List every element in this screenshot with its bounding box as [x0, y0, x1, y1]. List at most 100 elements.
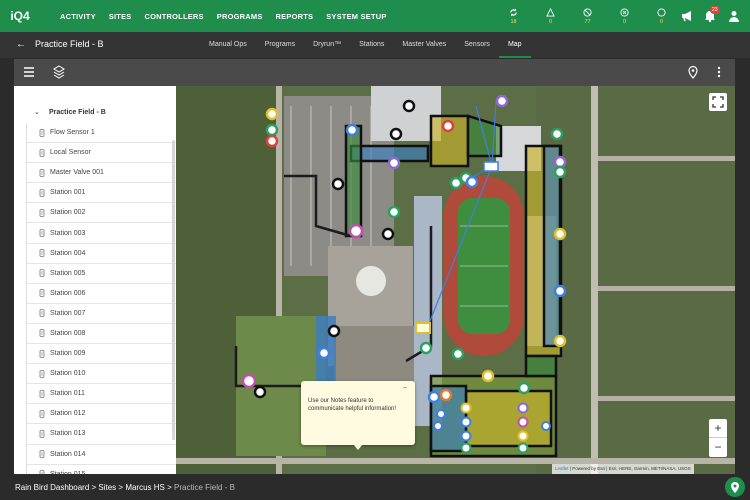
stat-circle[interactable]: 0 — [643, 0, 680, 32]
device-icon — [39, 148, 45, 157]
tree-item[interactable]: Station 007 — [27, 304, 176, 324]
tree-item[interactable]: Master Valve 001 — [27, 163, 176, 184]
device-tree-panel: ⌄ Practice Field - B Flow Sensor 1 Local … — [14, 86, 176, 474]
nav-programs[interactable]: PROGRAMS — [217, 12, 263, 21]
tree-item[interactable]: Station 009 — [27, 344, 176, 365]
tree-item[interactable]: Station 008 — [27, 324, 176, 345]
menu-icon[interactable] — [22, 65, 36, 79]
tree-item-label: Station 004 — [50, 249, 86, 257]
device-icon — [39, 470, 45, 474]
tree-root-node[interactable]: ⌄ Practice Field - B — [14, 104, 174, 120]
tab-dryrun[interactable]: Dryrun™ — [304, 32, 350, 58]
stat-warning[interactable]: 0 — [532, 0, 569, 32]
user-icon[interactable] — [727, 9, 741, 23]
tree-item[interactable]: Station 006 — [27, 284, 176, 304]
note-popup[interactable]: – Use our Notes feature to communicate h… — [301, 381, 415, 450]
circle-icon — [657, 7, 666, 17]
leaflet-link[interactable]: Leaflet — [555, 466, 569, 471]
tree-item[interactable]: Station 010 — [27, 364, 176, 385]
stat-no-water[interactable]: 77 — [569, 0, 606, 32]
map-canvas — [176, 86, 735, 474]
device-icon — [39, 269, 45, 278]
zoom-out-button[interactable]: − — [709, 438, 727, 457]
panel-scrollbar[interactable] — [172, 140, 175, 440]
breadcrumb: Rain Bird Dashboard > Sites > Marcus HS … — [15, 483, 235, 492]
tree-item-label: Station 001 — [50, 189, 86, 197]
tree-item-label: Station 015 — [50, 471, 85, 474]
notification-badge: 23 — [710, 6, 720, 14]
nav-sites[interactable]: SITES — [109, 12, 132, 21]
back-arrow-icon[interactable]: ← — [16, 39, 26, 50]
fullscreen-button[interactable] — [709, 93, 727, 111]
iq4-logo[interactable]: iQ4 — [0, 0, 40, 32]
tree-item-label: Station 006 — [50, 289, 86, 297]
device-icon — [39, 249, 45, 258]
tab-programs[interactable]: Programs — [256, 32, 304, 58]
tree-item-label: Station 014 — [50, 450, 86, 458]
tree-item[interactable]: Station 005 — [27, 264, 176, 284]
tree-item-label: Flow Sensor 1 — [50, 129, 95, 137]
satellite-map[interactable] — [176, 86, 735, 474]
stat-sync-count: 18 — [510, 18, 517, 25]
logo-text: iQ4 — [10, 9, 30, 23]
device-icon — [39, 168, 45, 177]
zoom-control: + − — [709, 419, 727, 457]
tree-item[interactable]: Station 012 — [27, 404, 176, 425]
tab-stations[interactable]: Stations — [350, 32, 393, 58]
layers-icon[interactable] — [52, 65, 66, 79]
fullscreen-icon — [712, 96, 724, 108]
tree-item[interactable]: Station 013 — [27, 424, 176, 445]
tree-item[interactable]: Flow Sensor 1 — [27, 123, 176, 144]
breadcrumb-site[interactable]: Marcus HS — [125, 483, 165, 492]
tab-map[interactable]: Map — [498, 32, 531, 58]
tab-manual-ops[interactable]: Manual Ops — [200, 32, 256, 58]
megaphone-icon[interactable] — [680, 9, 694, 23]
tree-item[interactable]: Station 002 — [27, 203, 176, 224]
breadcrumb-dashboard[interactable]: Rain Bird Dashboard — [15, 483, 89, 492]
zoom-in-button[interactable]: + — [709, 419, 727, 438]
cancel-circle-icon — [620, 7, 629, 17]
nav-reports[interactable]: REPORTS — [276, 12, 314, 21]
more-vertical-icon[interactable] — [712, 65, 726, 79]
tree-item[interactable]: Station 015 — [27, 465, 176, 474]
tree-item-label: Station 010 — [50, 370, 86, 378]
breadcrumb-bar: Rain Bird Dashboard > Sites > Marcus HS … — [0, 478, 750, 500]
device-icon — [39, 349, 45, 358]
tree-item-label: Station 009 — [50, 350, 86, 358]
device-icon — [39, 289, 45, 298]
device-icon — [39, 188, 45, 197]
tree-item-label: Station 003 — [50, 229, 86, 237]
device-icon — [39, 430, 45, 438]
tab-master-valves[interactable]: Master Valves — [393, 32, 455, 58]
nav-system-setup[interactable]: SYSTEM SETUP — [326, 12, 386, 21]
tree-item[interactable]: Station 001 — [27, 183, 176, 204]
map-pin-fab[interactable] — [725, 477, 745, 497]
device-icon — [39, 309, 45, 318]
stat-cancel[interactable]: 0 — [606, 0, 643, 32]
tab-sensors[interactable]: Sensors — [455, 32, 499, 58]
sync-icon — [510, 8, 517, 16]
tree-item[interactable]: Station 011 — [27, 384, 176, 405]
device-list: Flow Sensor 1 Local Sensor Master Valve 00… — [26, 123, 176, 474]
tree-item-label: Station 011 — [50, 390, 85, 398]
tree-item[interactable]: Station 014 — [27, 445, 176, 465]
breadcrumb-sites[interactable]: Sites — [98, 483, 116, 492]
nav-activity[interactable]: ACTIVITY — [60, 12, 96, 21]
chevron-down-icon[interactable]: ⌄ — [34, 108, 44, 116]
stat-sync[interactable]: 18 — [495, 0, 532, 32]
tree-item-label: Station 013 — [50, 430, 86, 438]
breadcrumb-sep: > — [164, 483, 174, 492]
map-toolbar — [14, 59, 735, 86]
note-text: Use our Notes feature to communicate hel… — [308, 398, 397, 412]
tree-item-label: Master Valve 001 — [50, 169, 104, 177]
breadcrumb-sep: > — [116, 483, 126, 492]
nav-controllers[interactable]: CONTROLLERS — [144, 12, 203, 21]
note-close-button[interactable]: – — [403, 384, 407, 391]
tree-item[interactable]: Station 004 — [27, 244, 176, 264]
device-icon — [39, 229, 45, 237]
tree-item-label: Station 008 — [50, 329, 86, 337]
status-counters: 18 0 77 0 0 — [495, 0, 680, 32]
tree-item[interactable]: Station 003 — [27, 223, 176, 244]
location-pin-icon[interactable] — [686, 65, 700, 79]
tree-item[interactable]: Local Sensor — [27, 143, 176, 164]
